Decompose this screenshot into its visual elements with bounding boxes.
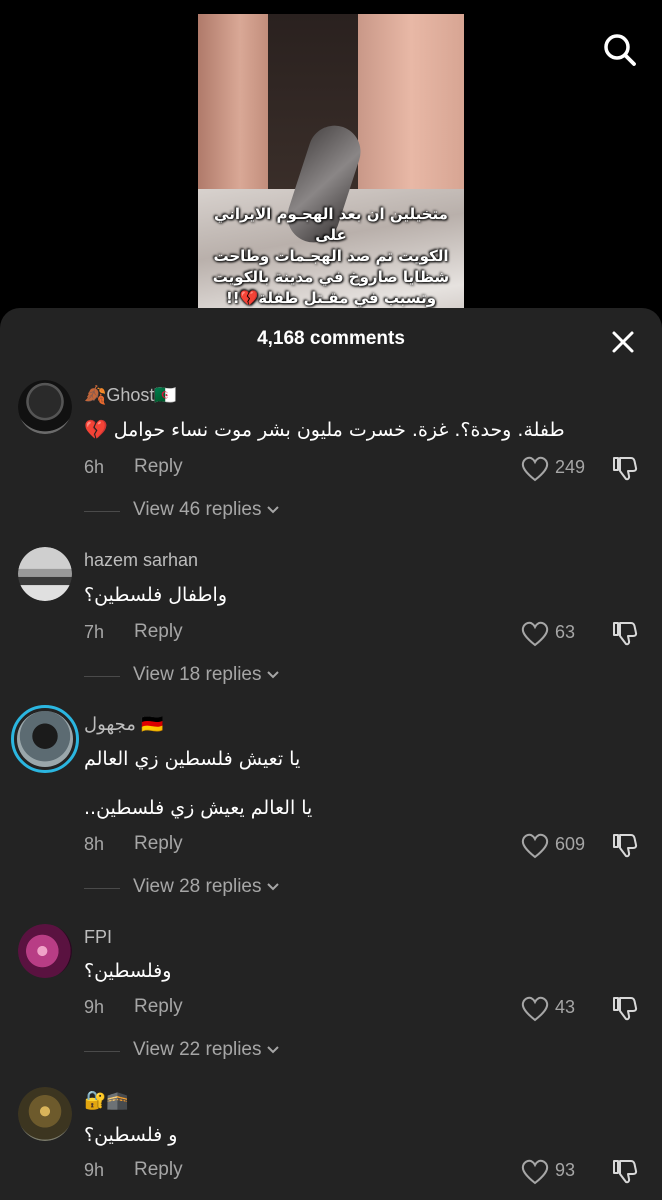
comment-text: و فلسطين؟ [84,1124,178,1146]
comment-text: يا العالم يعيش زي فلسطين.. [84,797,313,819]
replies-divider [84,888,120,889]
comment-item: مجهول 🇩🇪 يا تعيش فلسطين زي العالم يا الع… [0,705,662,905]
comment-time: 9h [84,997,105,1017]
like-count: 93 [555,1160,576,1180]
dislike-icon[interactable] [611,1157,639,1185]
like-count: 249 [555,457,586,477]
chevron-down-icon [266,1046,279,1054]
video-area: متخيلين ان بعد الهجـوم الايراني على الكو… [0,0,662,320]
video-caption-line: وتسبب في مقـتل طفلة💔!! [225,289,437,307]
comment-text: وفلسطين؟ [84,960,172,982]
comment-username[interactable]: FPI [84,927,112,948]
view-replies-label: View 28 replies [133,876,262,897]
heart-icon[interactable] [521,621,549,647]
like-count: 609 [555,834,586,854]
like-count: 63 [555,622,576,642]
avatar[interactable] [18,380,72,434]
reply-button[interactable]: Reply [134,621,183,643]
dislike-icon[interactable] [611,831,639,859]
comment-username[interactable]: 🍂Ghost🇩🇿 [84,385,177,406]
heart-icon[interactable] [521,456,549,482]
search-button[interactable] [600,30,640,70]
comment-item: 🍂Ghost🇩🇿 طفلة. وحدة؟. غزة. خسرت مليون بش… [0,380,662,540]
comment-username[interactable]: مجهول 🇩🇪 [84,714,163,735]
avatar[interactable] [18,924,72,978]
video-caption-line: متخيلين ان بعد الهجـوم الايراني على [214,205,448,244]
reply-button[interactable]: Reply [134,996,183,1018]
chevron-down-icon [266,506,279,514]
heart-icon[interactable] [521,996,549,1022]
reply-button[interactable]: Reply [134,456,183,478]
dislike-icon[interactable] [611,619,639,647]
avatar[interactable] [18,547,72,601]
video-caption: متخيلين ان بعد الهجـوم الايراني على الكو… [198,204,464,309]
like-count: 43 [555,997,576,1017]
video-curtain-right [358,14,464,214]
video-thumbnail[interactable]: متخيلين ان بعد الهجـوم الايراني على الكو… [198,14,464,320]
comment-item: 🔐🕋 و فلسطين؟ 9h Reply 93 [0,1085,662,1200]
dislike-icon[interactable] [611,994,639,1022]
dislike-icon[interactable] [611,454,639,482]
comment-text: واطفال فلسطين؟ [84,584,228,606]
view-replies-button[interactable]: View 22 replies [133,1039,280,1061]
chevron-down-icon [266,671,279,679]
close-button[interactable] [606,325,640,359]
close-icon [612,331,634,353]
video-caption-line: شظايا صاروخ في مدينة بالكويت [212,268,450,286]
replies-divider [84,676,120,677]
comment-item: FPI وفلسطين؟ 9h Reply 43 View 22 replies [0,922,662,1082]
view-replies-button[interactable]: View 46 replies [133,499,280,521]
comment-time: 8h [84,834,105,854]
comment-time: 7h [84,622,105,642]
view-replies-label: View 46 replies [133,499,262,520]
reply-button[interactable]: Reply [134,1159,183,1181]
heart-icon[interactable] [521,1159,549,1185]
view-replies-button[interactable]: View 28 replies [133,876,280,898]
avatar-with-story-ring[interactable] [11,705,79,773]
comment-time: 6h [84,457,105,477]
comments-sheet: 4,168 comments 🍂Ghost🇩🇿 طفلة. وحدة؟. غزة… [0,308,662,1200]
comment-text: يا تعيش فلسطين زي العالم [84,748,301,770]
replies-divider [84,1051,120,1052]
search-icon [604,34,636,66]
avatar[interactable] [18,1087,72,1141]
chevron-down-icon [266,883,279,891]
heart-icon[interactable] [521,833,549,859]
comment-text: طفلة. وحدة؟. غزة. خسرت مليون بشر موت نسا… [84,419,565,441]
comment-item: hazem sarhan واطفال فلسطين؟ 7h Reply 63 … [0,545,662,705]
comment-username[interactable]: 🔐🕋 [84,1090,129,1111]
comment-time: 9h [84,1160,105,1180]
comment-username[interactable]: hazem sarhan [84,550,198,571]
reply-button[interactable]: Reply [134,833,183,855]
comments-header: 4,168 comments [0,308,662,372]
view-replies-button[interactable]: View 18 replies [133,664,280,686]
video-caption-line: الكويت تم صد الهجـمات وطاحت [213,247,449,265]
view-replies-label: View 22 replies [133,1039,262,1060]
replies-divider [84,511,120,512]
comments-count: 4,168 comments [257,328,405,349]
view-replies-label: View 18 replies [133,664,262,685]
